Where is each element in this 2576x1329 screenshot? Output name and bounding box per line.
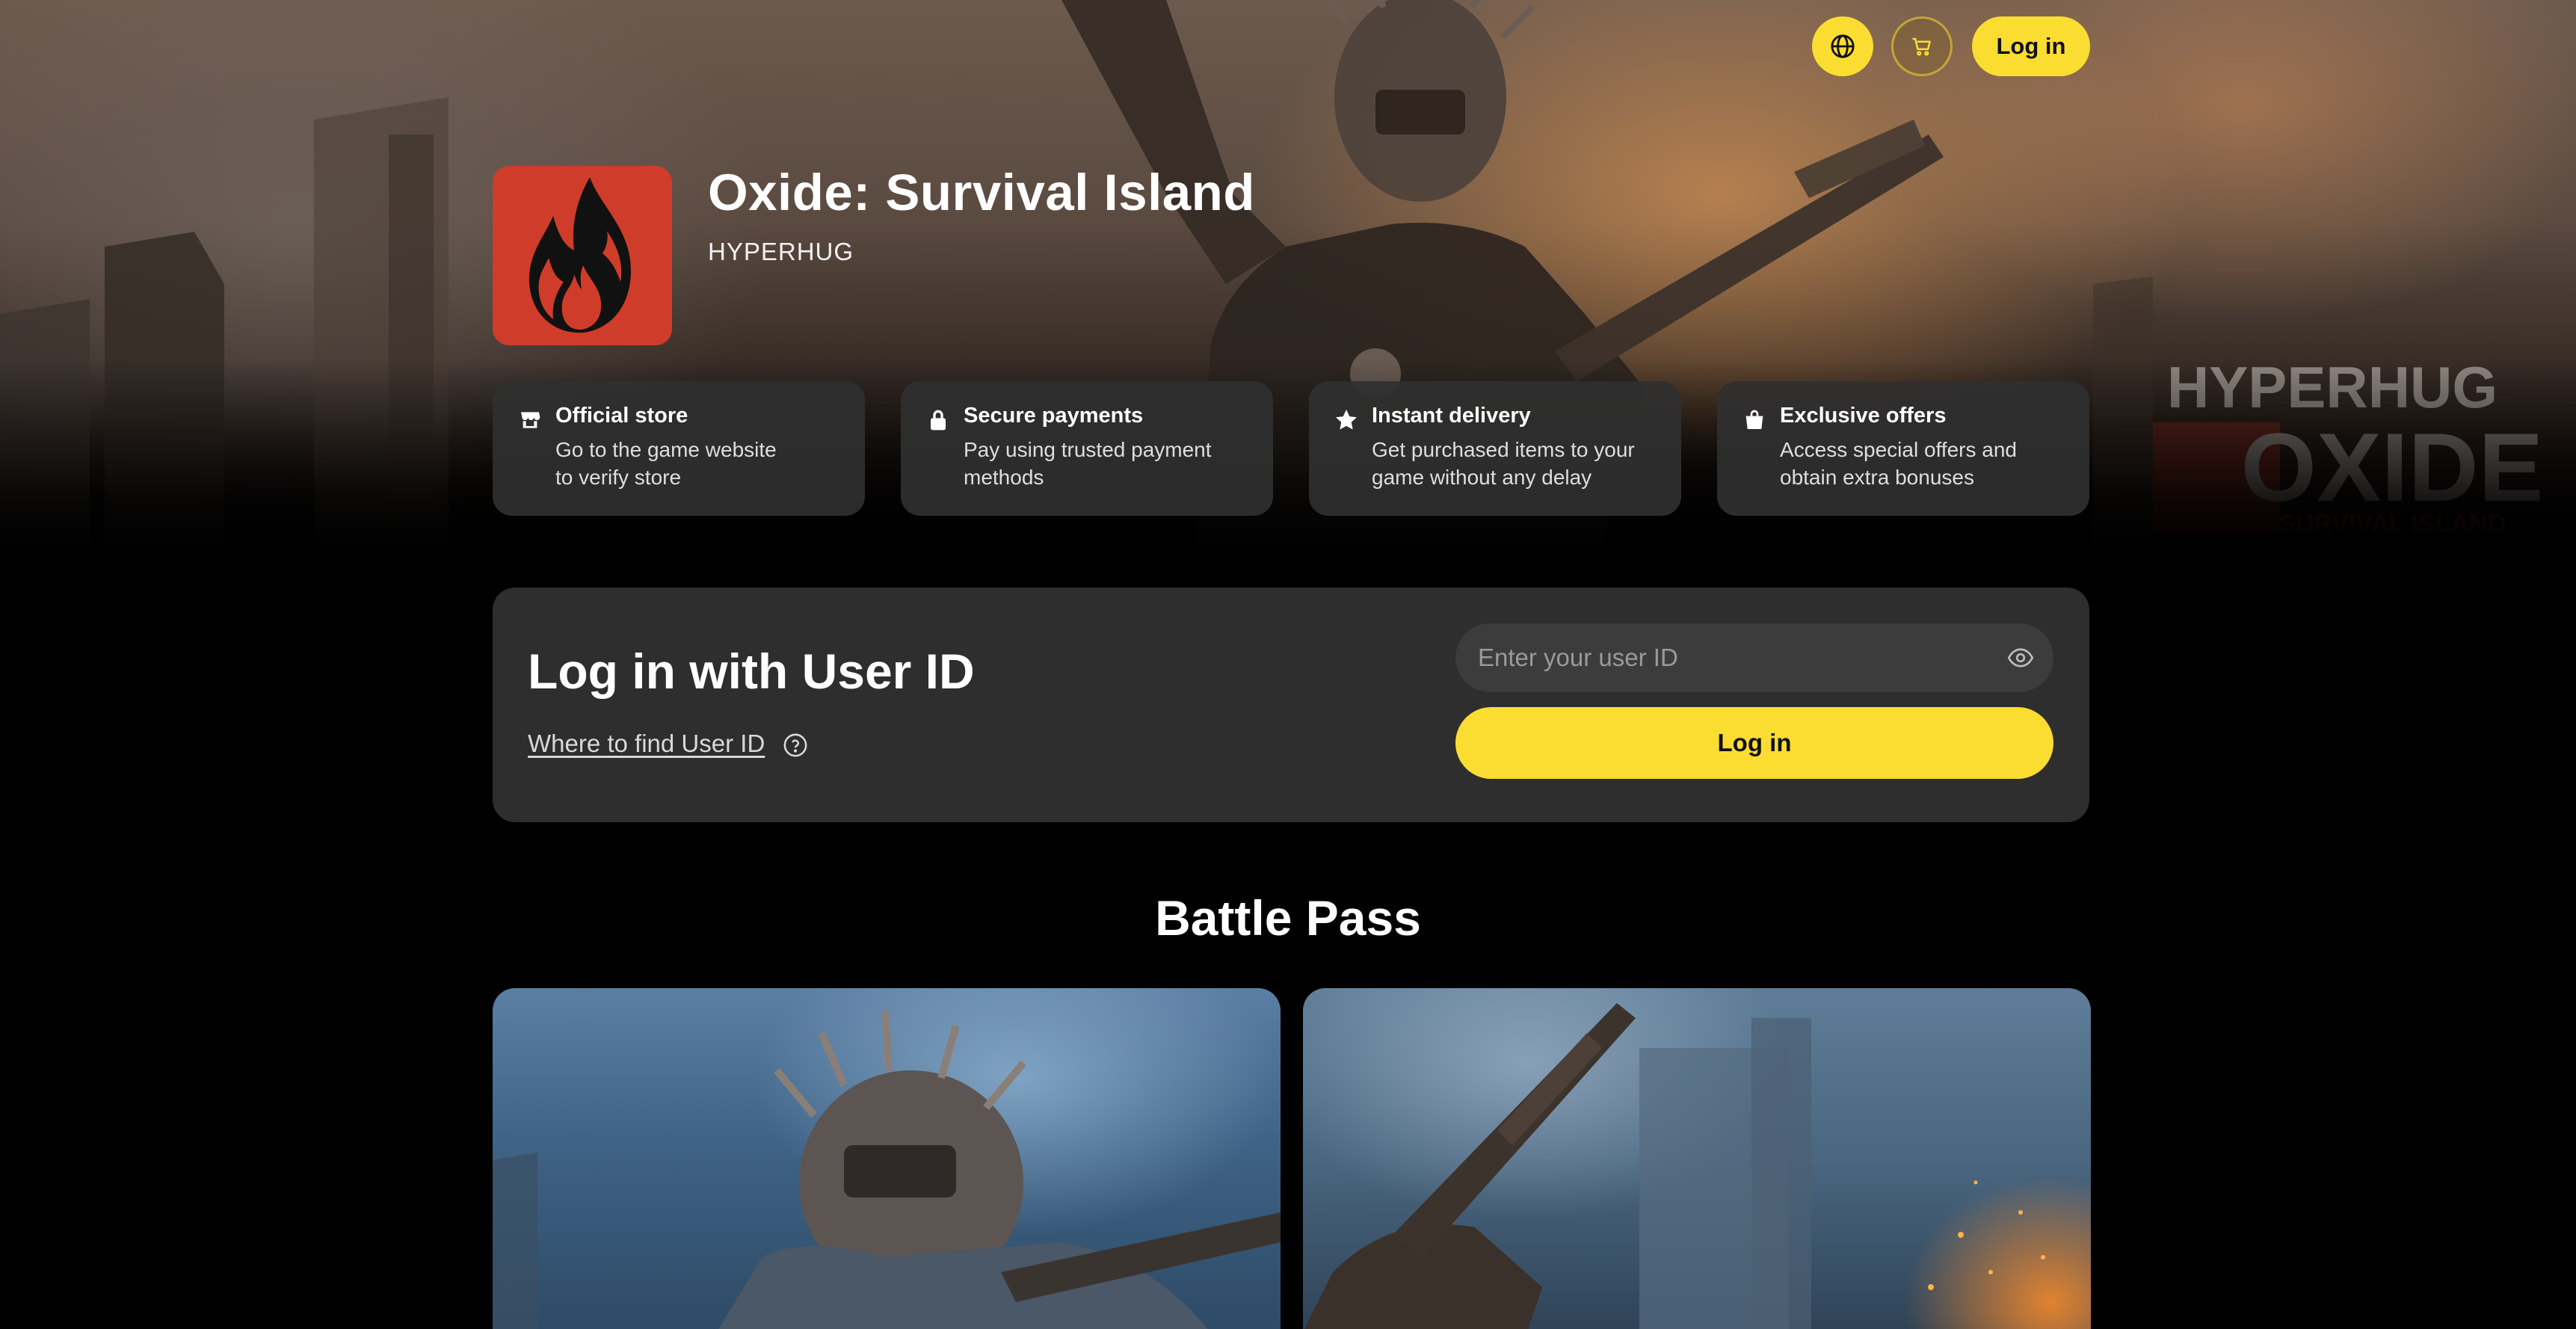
cart-button[interactable] [1891, 16, 1953, 76]
header-login-button[interactable]: Log in [1972, 16, 2090, 76]
language-button[interactable] [1812, 16, 1873, 76]
game-title: Oxide: Survival Island [708, 164, 1255, 221]
feature-desc-line: obtain extra bonuses [1780, 466, 1974, 489]
battle-pass-card[interactable] [493, 988, 1281, 1329]
feature-desc-line: game without any delay [1372, 466, 1592, 489]
user-id-input[interactable] [1455, 623, 1979, 692]
feature-title: Official store [555, 404, 688, 428]
flame-icon [529, 177, 631, 333]
hero-banner: HYPERHUG OXIDE SURVIVAL ISLAND [0, 0, 2576, 553]
feature-desc-line: Access special offers and [1780, 438, 2017, 461]
hero-fade [0, 359, 2576, 553]
lock-icon [931, 410, 946, 431]
feature-desc-line: Pay using trusted payment [964, 438, 1212, 461]
feature-official-store: Official store Go to the game website to… [493, 381, 865, 516]
feature-desc-line: Get purchased items to your [1372, 438, 1635, 461]
globe-icon [1831, 34, 1855, 58]
feature-desc-line: methods [964, 466, 1044, 489]
feature-title: Secure payments [964, 404, 1144, 428]
feature-desc-line: to verify store [555, 466, 682, 489]
feature-description: Pay using trusted payment methods [964, 436, 1251, 491]
feature-title: Instant delivery [1372, 404, 1531, 428]
login-panel: Log in with User ID Where to find User I… [493, 588, 2089, 822]
feature-exclusive-offers: Exclusive offers Access special offers a… [1717, 381, 2089, 516]
feature-instant-delivery: Instant delivery Get purchased items to … [1309, 381, 1681, 516]
bag-icon [1745, 410, 1763, 429]
battle-pass-card[interactable] [1303, 988, 2091, 1329]
where-to-find-user-id-link[interactable]: Where to find User ID [528, 730, 765, 758]
battle-pass-card-art [1304, 1003, 2045, 1329]
feature-desc-line: Go to the game website [555, 438, 777, 461]
feature-description: Go to the game website to verify store [555, 436, 842, 491]
login-submit-button[interactable]: Log in [1455, 707, 2053, 779]
game-logo [493, 166, 672, 345]
game-publisher: HYPERHUG [708, 238, 854, 265]
user-id-field[interactable] [1455, 623, 2053, 692]
help-icon[interactable] [783, 733, 808, 758]
feature-secure-payments: Secure payments Pay using trusted paymen… [901, 381, 1273, 516]
store-icon [521, 412, 540, 428]
eye-icon[interactable] [2007, 646, 2034, 670]
login-heading: Log in with User ID [528, 644, 975, 699]
cart-icon [1912, 37, 1931, 56]
star-icon [1336, 410, 1357, 430]
feature-description: Get purchased items to your game without… [1372, 436, 1659, 491]
battle-pass-card-art [493, 1010, 1281, 1329]
store-page: HYPERHUG OXIDE SURVIVAL ISLAND Log in [0, 0, 2576, 1329]
feature-description: Access special offers and obtain extra b… [1780, 436, 2067, 491]
feature-title: Exclusive offers [1780, 404, 1947, 428]
battle-pass-title: Battle Pass [1155, 890, 1421, 946]
